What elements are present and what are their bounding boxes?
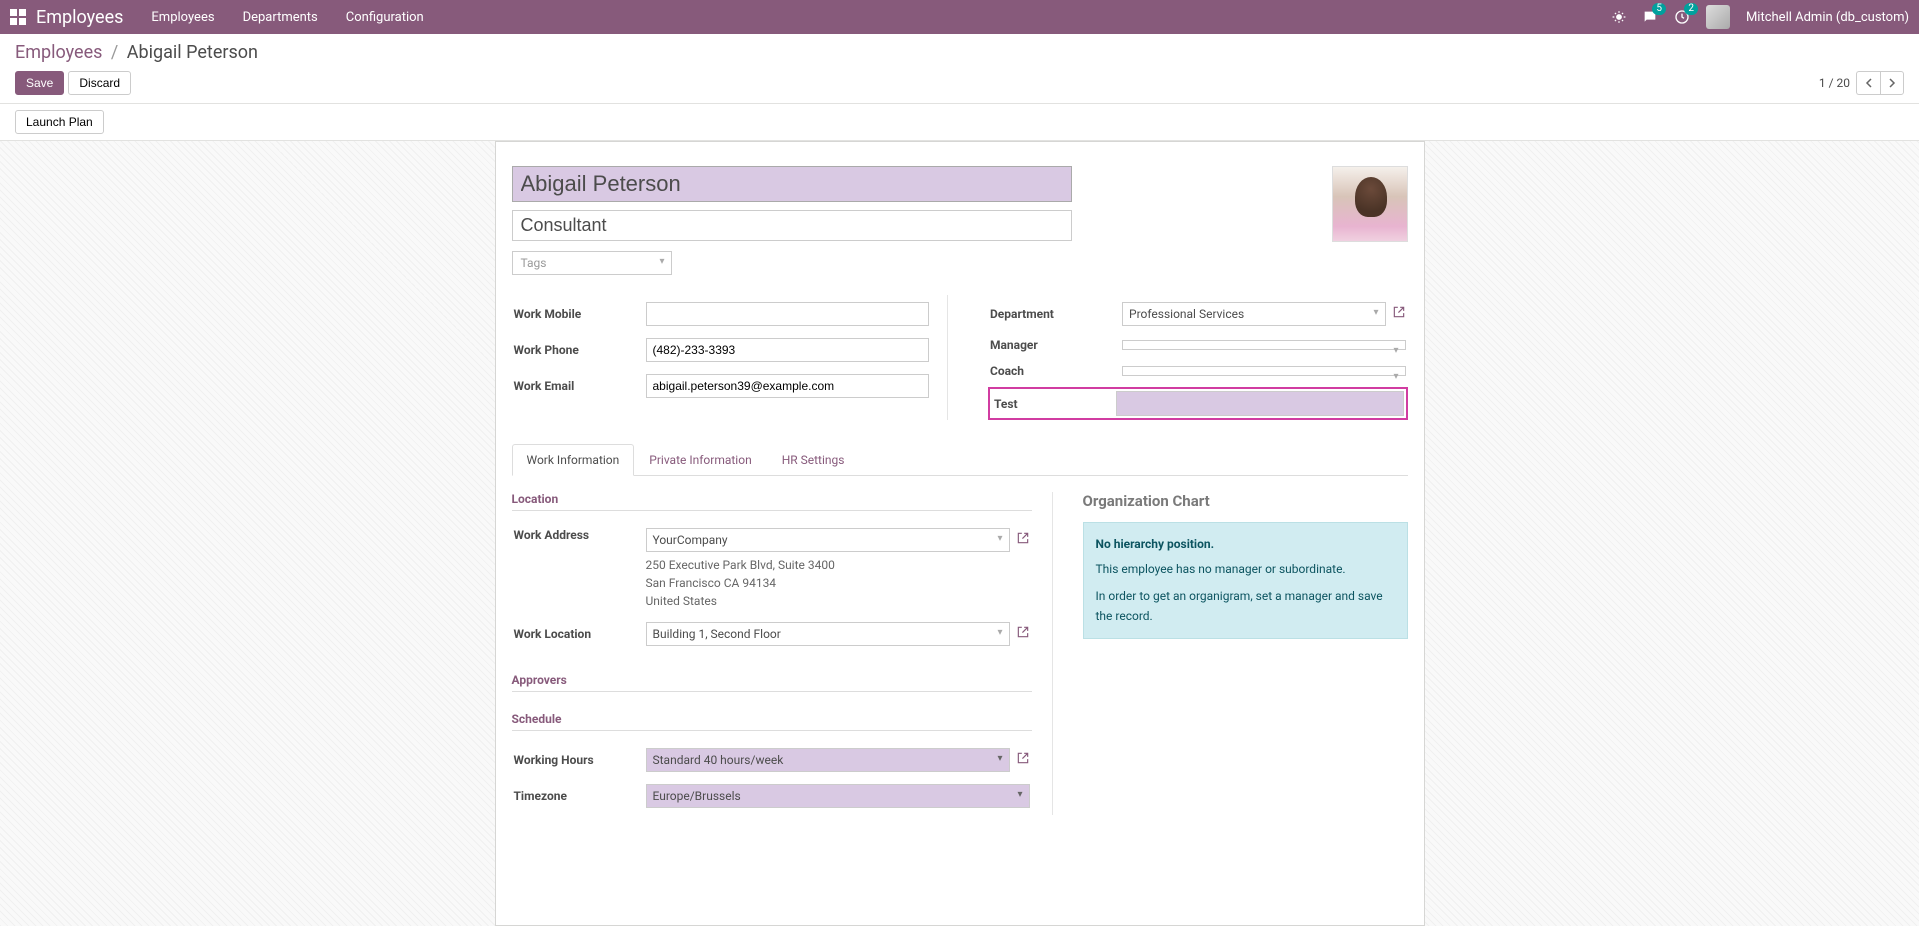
pager-value[interactable]: 1 / 20 (1819, 76, 1850, 90)
working-hours-select[interactable]: Standard 40 hours/week (646, 748, 1010, 772)
test-field-highlight: Test (988, 387, 1408, 420)
org-chart-alert: No hierarchy position. This employee has… (1083, 522, 1408, 639)
department-label: Department (990, 297, 1120, 331)
work-location-label: Work Location (514, 617, 644, 651)
discard-button[interactable]: Discard (68, 71, 131, 95)
org-chart-title: Organization Chart (1083, 492, 1408, 510)
work-address-label: Work Address (514, 523, 644, 615)
pager-prev[interactable] (1856, 71, 1880, 95)
work-mobile-input[interactable] (646, 302, 930, 326)
coach-label: Coach (990, 359, 1120, 383)
activities-icon[interactable]: 2 (1674, 9, 1690, 25)
app-title[interactable]: Employees (36, 7, 123, 28)
apps-icon[interactable] (10, 9, 26, 25)
pager: 1 / 20 (1819, 71, 1904, 95)
pager-next[interactable] (1880, 71, 1904, 95)
messages-icon[interactable]: 5 (1642, 9, 1658, 25)
breadcrumb: Employees / Abigail Peterson (15, 42, 258, 63)
activities-badge: 2 (1684, 3, 1698, 15)
tab-work-information[interactable]: Work Information (512, 444, 635, 476)
debug-icon[interactable] (1612, 10, 1626, 24)
working-hours-external-link-icon[interactable] (1016, 751, 1030, 769)
work-email-label: Work Email (514, 369, 644, 403)
org-alert-line2: In order to get an organigram, set a man… (1096, 587, 1395, 625)
org-alert-title: No hierarchy position. (1096, 535, 1395, 554)
test-input[interactable] (1116, 391, 1404, 416)
work-location-external-link-icon[interactable] (1016, 625, 1030, 643)
timezone-select[interactable]: Europe/Brussels (646, 784, 1030, 808)
user-name[interactable]: Mitchell Admin (db_custom) (1746, 10, 1909, 25)
address-lines: 250 Executive Park Blvd, Suite 3400 San … (646, 556, 1030, 610)
work-mobile-label: Work Mobile (514, 297, 644, 331)
manager-label: Manager (990, 333, 1120, 357)
tags-field[interactable]: Tags (512, 251, 672, 275)
employee-photo[interactable] (1332, 166, 1408, 242)
employee-name-input[interactable] (512, 166, 1072, 202)
working-hours-label: Working Hours (514, 743, 644, 777)
control-panel: Employees / Abigail Peterson Save Discar… (0, 34, 1919, 104)
work-address-external-link-icon[interactable] (1016, 531, 1030, 549)
manager-select[interactable] (1122, 340, 1406, 350)
section-location: Location (512, 492, 1032, 511)
nav-configuration[interactable]: Configuration (346, 10, 424, 25)
department-external-link-icon[interactable] (1392, 305, 1406, 323)
breadcrumb-root[interactable]: Employees (15, 42, 102, 63)
timezone-label: Timezone (514, 779, 644, 813)
work-address-select[interactable]: YourCompany (646, 528, 1010, 552)
form-body: Tags Work Mobile Work Phone Work Email (0, 141, 1919, 926)
breadcrumb-current: Abigail Peterson (127, 42, 258, 63)
test-label: Test (992, 397, 1116, 411)
messages-badge: 5 (1652, 3, 1666, 15)
save-button[interactable]: Save (15, 71, 64, 95)
section-approvers: Approvers (512, 673, 1032, 692)
user-avatar[interactable] (1706, 5, 1730, 29)
job-title-input[interactable] (512, 210, 1072, 241)
nav-employees[interactable]: Employees (151, 10, 214, 25)
tab-private-information[interactable]: Private Information (634, 444, 766, 476)
form-sheet: Tags Work Mobile Work Phone Work Email (495, 141, 1425, 926)
status-bar: Launch Plan (0, 104, 1919, 141)
tab-hr-settings[interactable]: HR Settings (767, 444, 860, 476)
section-schedule: Schedule (512, 712, 1032, 731)
department-select[interactable]: Professional Services (1122, 302, 1386, 326)
nav-departments[interactable]: Departments (243, 10, 318, 25)
coach-select[interactable] (1122, 366, 1406, 376)
work-location-select[interactable]: Building 1, Second Floor (646, 622, 1010, 646)
work-email-input[interactable] (646, 374, 930, 398)
org-alert-line1: This employee has no manager or subordin… (1096, 560, 1395, 579)
work-phone-label: Work Phone (514, 333, 644, 367)
top-navbar: Employees Employees Departments Configur… (0, 0, 1919, 34)
notebook-tabs: Work Information Private Information HR … (512, 444, 1408, 476)
launch-plan-button[interactable]: Launch Plan (15, 110, 104, 134)
work-phone-input[interactable] (646, 338, 930, 362)
